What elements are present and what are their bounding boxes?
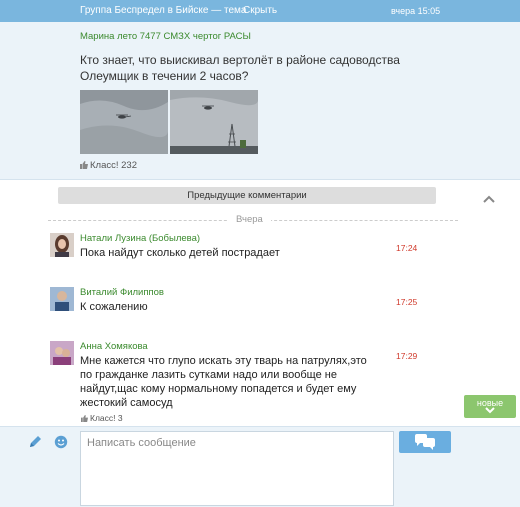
post-block: Марина лето 7477 СМЗХ чертог РАСЫ Кто зн… — [0, 22, 520, 180]
chevron-down-icon — [485, 407, 495, 414]
comment-author-link[interactable]: Анна Хомякова — [80, 341, 148, 352]
previous-comments-button[interactable]: Предыдущие комментарии — [58, 187, 436, 204]
topic-timestamp: вчера 15:05 — [391, 6, 441, 16]
comment-author-link[interactable]: Натали Лузина (Бобылева) — [80, 233, 200, 244]
comment-text: Мне кажется что глупо искать эту тварь н… — [80, 355, 367, 409]
avatar-image — [50, 233, 74, 257]
post-author-link[interactable]: Марина лето 7477 СМЗХ чертог РАСЫ — [80, 31, 251, 42]
post-photo[interactable] — [80, 90, 168, 154]
post-text: Кто знает, что выискивал вертолёт в райо… — [80, 53, 400, 83]
comment-like-button[interactable]: Класс! 3 — [81, 413, 123, 423]
comment-time: 17:24 — [396, 243, 418, 253]
comment-author-link[interactable]: Виталий Филиппов — [80, 287, 164, 298]
helicopter-photo-image — [80, 90, 168, 154]
post-like-count: Класс! 232 — [90, 160, 137, 171]
post-photo[interactable] — [170, 90, 258, 154]
thumb-up-icon — [80, 161, 88, 169]
helicopter-photo-image — [170, 90, 258, 154]
send-button[interactable] — [399, 431, 451, 453]
comment-text: К сожалению — [80, 301, 148, 313]
pencil-icon[interactable] — [28, 435, 42, 449]
chevron-up-icon[interactable] — [482, 192, 496, 206]
topic-title[interactable]: Группа Беспредел в Бийске — тема — [80, 5, 247, 16]
smile-icon[interactable] — [54, 435, 68, 449]
comment-item: Анна Хомякова Мне кажется что глупо иска… — [50, 341, 470, 425]
avatar-image — [50, 341, 74, 365]
day-divider: Вчера — [48, 214, 458, 226]
avatar-image — [50, 287, 74, 311]
comment-time: 17:25 — [396, 297, 418, 307]
chat-bubbles-icon — [415, 434, 435, 450]
hide-link[interactable]: Скрыть — [243, 5, 277, 16]
comment-text: Пока найдут сколько детей пострадает — [80, 247, 280, 259]
comment-time: 17:29 — [396, 351, 418, 361]
post-like-button[interactable]: Класс! 232 — [80, 160, 137, 171]
comment-like-count: Класс! 3 — [90, 413, 123, 423]
comment-item: Виталий Филиппов К сожалению 17:25 — [50, 287, 470, 321]
message-input[interactable] — [80, 431, 394, 506]
avatar[interactable] — [50, 233, 74, 257]
avatar[interactable] — [50, 287, 74, 311]
topic-header-bar: Группа Беспредел в Бийске — тема Скрыть … — [0, 0, 520, 22]
new-comments-button[interactable]: новые — [464, 395, 516, 418]
thumb-up-icon — [81, 415, 88, 422]
day-label: Вчера — [228, 214, 271, 225]
message-composer — [0, 426, 520, 507]
comment-item: Натали Лузина (Бобылева) Пока найдут ско… — [50, 233, 470, 267]
avatar[interactable] — [50, 341, 74, 365]
